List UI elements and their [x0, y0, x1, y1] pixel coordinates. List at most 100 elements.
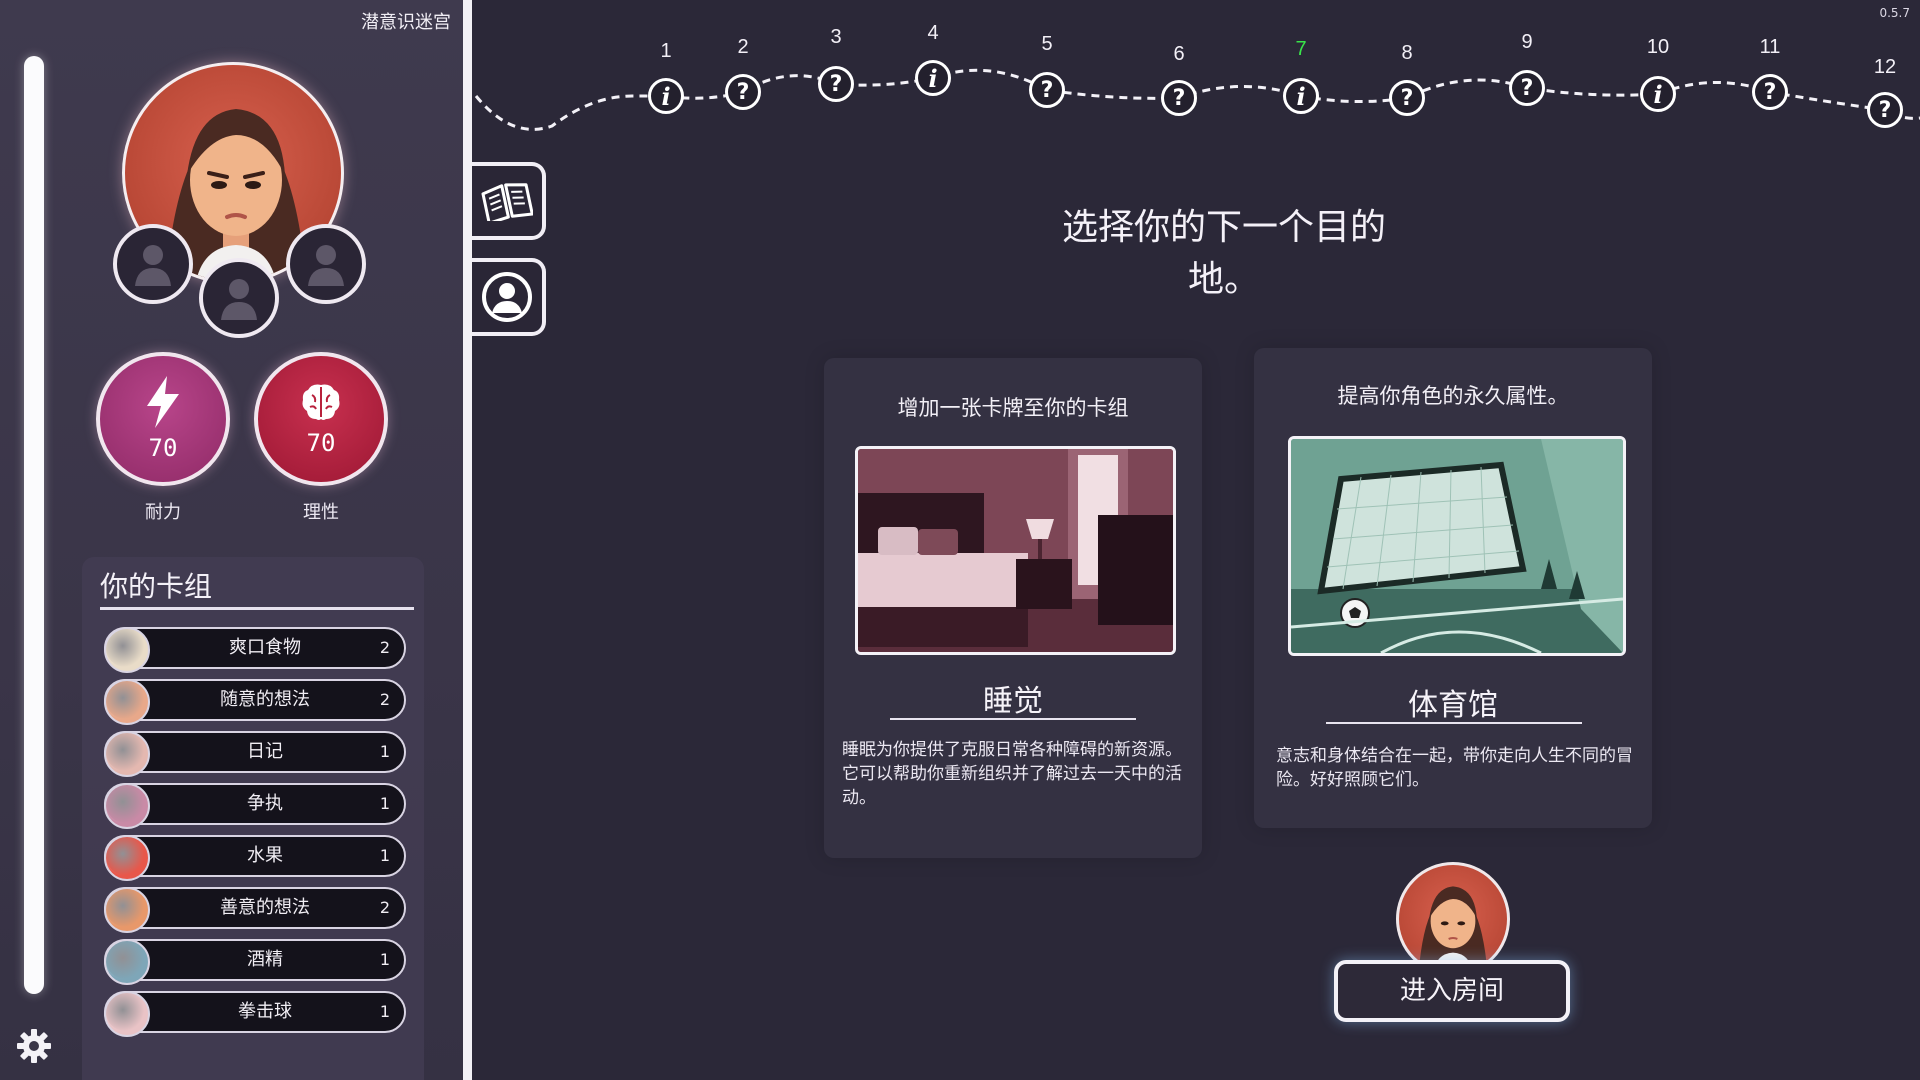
- boxing-ball-icon: [104, 991, 150, 1037]
- stamina-value: 70: [148, 434, 178, 462]
- person-icon: [221, 279, 257, 320]
- deck-card-row[interactable]: 拳击球 1: [104, 991, 406, 1037]
- unknown-node-icon[interactable]: ?: [818, 66, 854, 102]
- card-count: 1: [379, 846, 390, 865]
- reason-stat: 70: [254, 352, 388, 486]
- enter-room-button[interactable]: 进入房间: [1334, 960, 1570, 1022]
- kind-thought-icon: [104, 887, 150, 933]
- profile-icon: [482, 272, 532, 322]
- reason-value: 70: [306, 429, 336, 457]
- map-path: [474, 68, 1920, 131]
- map-node-number: 6: [1173, 43, 1185, 65]
- alcohol-icon: [104, 939, 150, 985]
- unknown-node-icon[interactable]: ?: [1161, 80, 1197, 116]
- pizza-icon: [104, 627, 150, 673]
- map-node-number: 9: [1521, 31, 1533, 53]
- character-tab[interactable]: [472, 258, 546, 336]
- card-count: 1: [379, 742, 390, 761]
- card-name: 水果: [247, 845, 283, 866]
- option-name: 睡觉: [983, 684, 1043, 719]
- health-bar: [24, 56, 44, 994]
- companion-slot-3[interactable]: [199, 258, 279, 338]
- deck-card-row[interactable]: 爽口食物 2: [104, 627, 406, 673]
- info-node-icon[interactable]: i: [915, 60, 951, 96]
- deck-title: 你的卡组: [100, 570, 213, 603]
- card-count: 2: [379, 690, 390, 709]
- card-count: 1: [379, 950, 390, 969]
- info-node-icon[interactable]: i: [648, 78, 684, 114]
- map-node-number: 12: [1873, 56, 1897, 78]
- card-count: 1: [379, 794, 390, 813]
- person-icon: [308, 245, 344, 286]
- level-map: 1 i 2? 3? 4 i 5? 6? 7 i 8? 9? 10 i 11? 12?: [472, 0, 1920, 160]
- deck-card-row[interactable]: 日记 1: [104, 731, 406, 777]
- option-name-underline: [1326, 722, 1582, 724]
- deck-card-row[interactable]: 争执 1: [104, 783, 406, 829]
- card-count: 2: [379, 638, 390, 657]
- stamina-label: 耐力: [145, 502, 181, 523]
- info-node-icon[interactable]: i: [1283, 78, 1319, 114]
- card-name: 随意的想法: [220, 689, 310, 710]
- person-icon: [135, 245, 171, 286]
- deck-panel: 你的卡组 爽口食物 2 随意的想法 2 日记 1 争执 1 水果 1 善意的想法 2 酒精 1 拳击球 1: [82, 557, 424, 1080]
- card-count: 2: [379, 898, 390, 917]
- unknown-node-icon[interactable]: ?: [1867, 92, 1903, 128]
- stamina-stat: 70: [96, 352, 230, 486]
- book-icon: [481, 183, 533, 221]
- player-mini-portrait: [1396, 862, 1510, 976]
- lightning-icon: [147, 376, 179, 428]
- option-name-underline: [890, 718, 1136, 720]
- card-name: 爽口食物: [229, 637, 301, 658]
- thought-figure-icon: [104, 679, 150, 725]
- map-node-number: 7: [1295, 38, 1307, 60]
- option-card-sleep[interactable]: 增加一张卡牌至你的卡组 睡觉 睡眠为你提供了克服日常各种障碍的新资源。它可以帮助…: [824, 358, 1202, 858]
- apple-icon: [104, 835, 150, 881]
- option-heading: 增加一张卡牌至你的卡组: [897, 396, 1129, 420]
- game-title: 潜意识迷宫: [361, 12, 451, 33]
- unknown-node-icon[interactable]: ?: [1752, 74, 1788, 110]
- map-node-number: 1: [660, 40, 672, 62]
- unknown-node-icon[interactable]: ?: [725, 74, 761, 110]
- map-node-number: 2: [737, 36, 749, 58]
- panel-divider: [463, 0, 472, 1080]
- card-name: 酒精: [247, 949, 283, 970]
- card-name: 善意的想法: [220, 897, 310, 918]
- card-name: 拳击球: [238, 1001, 292, 1022]
- reason-label: 理性: [303, 502, 339, 523]
- companion-slot-1[interactable]: [113, 224, 193, 304]
- card-name: 争执: [247, 793, 283, 814]
- card-name: 日记: [247, 741, 283, 762]
- map-node-number: 3: [830, 26, 842, 48]
- option-name: 体育馆: [1408, 688, 1498, 723]
- deck-card-row[interactable]: 酒精 1: [104, 939, 406, 985]
- unknown-node-icon[interactable]: ?: [1509, 70, 1545, 106]
- map-node-number: 4: [927, 22, 939, 44]
- settings-gear-icon[interactable]: [16, 1028, 52, 1064]
- deck-card-row[interactable]: 随意的想法 2: [104, 679, 406, 725]
- codex-tab[interactable]: [472, 162, 546, 240]
- option-heading: 提高你角色的永久属性。: [1337, 384, 1569, 408]
- map-node-number: 11: [1759, 36, 1781, 58]
- deck-card-row[interactable]: 水果 1: [104, 835, 406, 881]
- option-card-gym[interactable]: 提高你角色的永久属性。 体育馆 意志和身体结合在一起，带你走向人生不同的冒险。好…: [1254, 348, 1652, 828]
- deck-card-row[interactable]: 善意的想法 2: [104, 887, 406, 933]
- unknown-node-icon[interactable]: ?: [1389, 80, 1425, 116]
- diary-icon: [104, 731, 150, 777]
- map-node-number: 10: [1646, 36, 1670, 58]
- deck-title-underline: [100, 607, 414, 610]
- prompt-text: 选择你的下一个目的地。: [1061, 207, 1386, 300]
- option-description: 睡眠为你提供了克服日常各种障碍的新资源。它可以帮助你重新组织并了解过去一天中的活…: [842, 740, 1182, 808]
- card-count: 1: [379, 1002, 390, 1021]
- character-panel: 潜意识迷宫 70 耐力 70 理性 你的卡组 爽口食物 2 随意的想法 2 日记…: [0, 0, 463, 1080]
- option-description: 意志和身体结合在一起，带你走向人生不同的冒险。好好照顾它们。: [1276, 746, 1633, 790]
- info-node-icon[interactable]: i: [1640, 76, 1676, 112]
- unknown-node-icon[interactable]: ?: [1029, 72, 1065, 108]
- map-node-number: 5: [1041, 33, 1053, 55]
- map-node-number: 8: [1401, 42, 1413, 64]
- map-dashed-route: [474, 68, 1920, 131]
- bedroom-illustration: [855, 446, 1176, 655]
- argument-icon: [104, 783, 150, 829]
- companion-slot-2[interactable]: [286, 224, 366, 304]
- gym-illustration: [1288, 436, 1626, 656]
- brain-icon: [302, 384, 340, 420]
